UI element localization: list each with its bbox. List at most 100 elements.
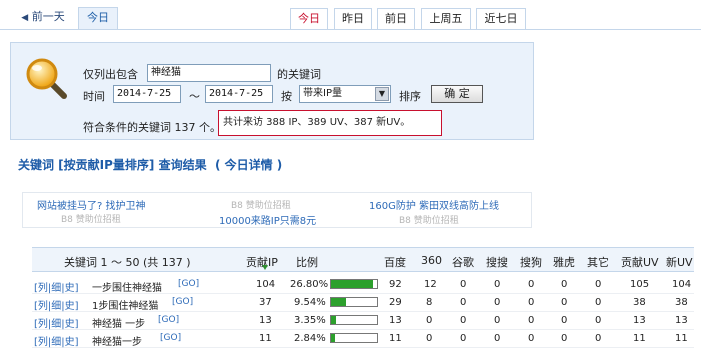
row-soso: 0 bbox=[494, 279, 501, 290]
only-list-label: 仅列出包含 bbox=[83, 68, 138, 81]
row-360: 0 bbox=[426, 315, 433, 326]
sort-field-value: 带来IP量 bbox=[303, 88, 342, 99]
col-soso[interactable]: 搜搜 bbox=[486, 254, 508, 270]
col-google[interactable]: 谷歌 bbox=[452, 254, 474, 270]
table-row: [列|细|史] 1步围住神经猫 [GO] 37 9.54% 29 8 0 0 0… bbox=[32, 294, 694, 312]
row-new-uv: 104 bbox=[672, 279, 692, 290]
row-ip: 11 bbox=[259, 333, 272, 344]
row-links[interactable]: [列|细|史] bbox=[34, 333, 79, 348]
row-baidu: 92 bbox=[389, 279, 402, 290]
row-go-link[interactable]: [GO] bbox=[158, 315, 179, 325]
row-soso: 0 bbox=[494, 297, 501, 308]
row-links[interactable]: [列|细|史] bbox=[34, 315, 79, 330]
date-from-input[interactable]: 2014-7-25 bbox=[113, 85, 181, 103]
ratio-bar bbox=[330, 297, 378, 307]
row-new-uv: 38 bbox=[675, 297, 688, 308]
tab-yesterday[interactable]: 昨日 bbox=[334, 8, 372, 29]
row-links[interactable]: [列|细|史] bbox=[34, 297, 79, 312]
row-sogou: 0 bbox=[528, 333, 535, 344]
row-new-uv: 13 bbox=[675, 315, 688, 326]
keyword-input[interactable]: 神经猫 bbox=[147, 64, 271, 82]
ad-link-2[interactable]: 160G防护 紫田双线高防上线 bbox=[369, 197, 499, 212]
ratio-bar-fill bbox=[331, 316, 337, 324]
col-keyword[interactable]: 关键词 1 ～ 50 (共 137 ) bbox=[64, 254, 191, 270]
row-uv: 11 bbox=[633, 333, 646, 344]
col-baidu[interactable]: 百度 bbox=[384, 254, 406, 270]
sort-desc-icon bbox=[262, 265, 268, 270]
sort-label: 排序 bbox=[399, 90, 421, 103]
row-keyword: 一步围住神经猫 bbox=[92, 283, 162, 294]
row-yahoo: 0 bbox=[561, 297, 568, 308]
row-sogou: 0 bbox=[528, 315, 535, 326]
row-google: 0 bbox=[460, 279, 467, 290]
row-other: 0 bbox=[595, 333, 602, 344]
row-links[interactable]: [列|细|史] bbox=[34, 279, 79, 294]
sort-field-select[interactable]: 带来IP量 ▼ bbox=[299, 85, 391, 103]
ratio-bar bbox=[330, 279, 378, 289]
col-yahoo[interactable]: 雅虎 bbox=[553, 254, 575, 270]
tab-last-friday[interactable]: 上周五 bbox=[421, 8, 471, 29]
row-keyword: 神经猫一步 bbox=[92, 337, 142, 348]
chevron-down-icon: ▼ bbox=[375, 87, 389, 101]
row-uv: 105 bbox=[630, 279, 650, 290]
tab-today-main[interactable]: 今日 bbox=[78, 7, 118, 29]
row-360: 0 bbox=[426, 333, 433, 344]
ratio-bar bbox=[330, 333, 378, 343]
row-go-link[interactable]: [GO] bbox=[160, 333, 181, 343]
row-google: 0 bbox=[460, 315, 467, 326]
row-other: 0 bbox=[595, 315, 602, 326]
time-label: 时间 bbox=[83, 90, 105, 103]
row-other: 0 bbox=[595, 279, 602, 290]
row-ip: 13 bbox=[259, 315, 272, 326]
ad-placeholder-2[interactable]: B8 赞助位招租 bbox=[61, 212, 121, 225]
row-go-link[interactable]: [GO] bbox=[178, 279, 199, 289]
prev-day-label: 前一天 bbox=[31, 10, 65, 23]
row-sogou: 0 bbox=[528, 297, 535, 308]
row-uv: 13 bbox=[633, 315, 646, 326]
by-label: 按 bbox=[281, 90, 292, 103]
table-row: [列|细|史] 神经猫一步 [GO] 11 2.84% 11 0 0 0 0 0… bbox=[32, 330, 694, 348]
row-go-link[interactable]: [GO] bbox=[172, 297, 193, 307]
row-keyword: 1步围住神经猫 bbox=[92, 301, 159, 312]
row-ratio: 9.54% bbox=[294, 297, 326, 308]
ad-placeholder-3[interactable]: B8 赞助位招租 bbox=[399, 213, 459, 226]
match-count-text: 符合条件的关键词 137 个。 bbox=[83, 121, 221, 134]
row-sogou: 0 bbox=[528, 279, 535, 290]
row-google: 0 bbox=[460, 297, 467, 308]
ratio-bar-fill bbox=[331, 298, 347, 306]
col-other[interactable]: 其它 bbox=[587, 254, 609, 270]
row-360: 8 bbox=[426, 297, 433, 308]
ratio-bar-fill bbox=[331, 280, 374, 288]
visit-summary-box: 共计来访 388 IP、389 UV、387 新UV。 bbox=[218, 110, 442, 136]
col-sogou[interactable]: 搜狗 bbox=[520, 254, 542, 270]
prev-day-button[interactable]: ◀ 前一天 bbox=[10, 7, 76, 29]
col-360[interactable]: 360 bbox=[421, 254, 442, 267]
triangle-left-icon: ◀ bbox=[21, 13, 29, 23]
row-soso: 0 bbox=[494, 315, 501, 326]
col-uv[interactable]: 贡献UV bbox=[621, 254, 659, 270]
tab-day-before[interactable]: 前日 bbox=[377, 8, 415, 29]
ratio-bar bbox=[330, 315, 378, 325]
row-new-uv: 11 bbox=[675, 333, 688, 344]
tab-last-seven-days[interactable]: 近七日 bbox=[476, 8, 526, 29]
row-baidu: 29 bbox=[389, 297, 402, 308]
date-range-separator: ～ bbox=[189, 90, 200, 103]
row-ratio: 2.84% bbox=[294, 333, 326, 344]
row-google: 0 bbox=[460, 333, 467, 344]
date-to-input[interactable]: 2014-7-25 bbox=[205, 85, 273, 103]
row-360: 12 bbox=[424, 279, 437, 290]
result-title: 关键词 [按贡献IP量排序] 查询结果 ( 今日详情 ) bbox=[18, 158, 283, 172]
row-yahoo: 0 bbox=[561, 279, 568, 290]
col-new-uv[interactable]: 新UV bbox=[666, 254, 693, 270]
confirm-button[interactable]: 确 定 bbox=[431, 85, 483, 103]
top-tab-bar: ◀ 前一天 今日 今日 昨日 前日 上周五 近七日 bbox=[0, 0, 701, 30]
ad-link-3[interactable]: 10000来路IP只需8元 bbox=[219, 212, 316, 227]
row-uv: 38 bbox=[633, 297, 646, 308]
row-ratio: 26.80% bbox=[290, 279, 329, 290]
table-row: [列|细|史] 神经猫 一步 [GO] 13 3.35% 13 0 0 0 0 … bbox=[32, 312, 694, 330]
tab-today[interactable]: 今日 bbox=[290, 8, 328, 29]
ad-placeholder-1[interactable]: B8 赞助位招租 bbox=[231, 198, 291, 211]
table-header: 关键词 1 ～ 50 (共 137 ) 贡献IP 比例 百度 360 谷歌 搜搜… bbox=[32, 247, 694, 272]
row-yahoo: 0 bbox=[561, 315, 568, 326]
ad-link-1[interactable]: 网站被挂马了? 找护卫神 bbox=[37, 197, 146, 212]
